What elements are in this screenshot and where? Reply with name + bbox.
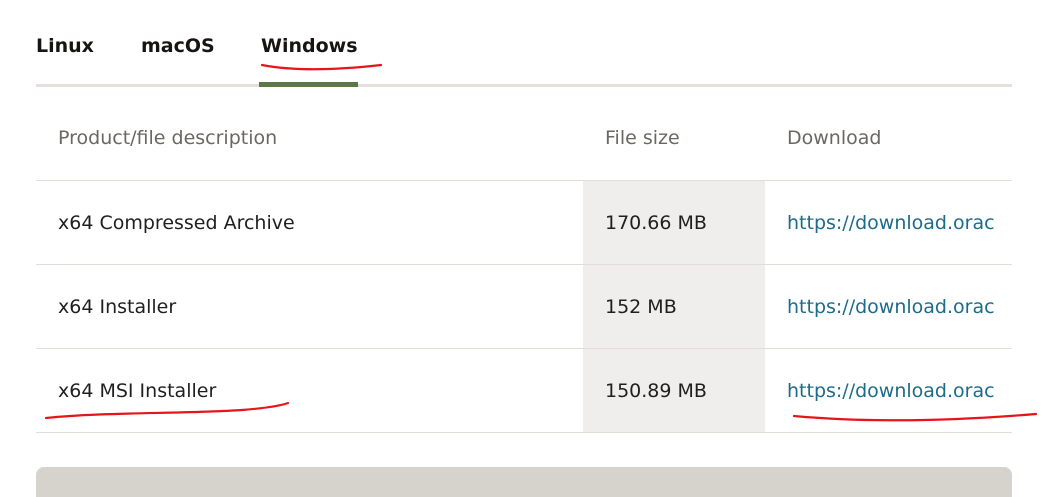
row-description: x64 MSI Installer [36, 348, 583, 433]
tab-windows[interactable]: Windows [261, 32, 358, 60]
active-tab-indicator [259, 82, 358, 87]
row-file-size: 150.89 MB [583, 348, 765, 433]
download-link[interactable]: https://download.orac [787, 212, 995, 234]
bottom-panel [36, 467, 1012, 497]
tab-macos[interactable]: macOS [141, 32, 215, 60]
download-link[interactable]: https://download.orac [787, 296, 995, 318]
os-tabs: Linux macOS Windows [36, 32, 1012, 88]
column-header-file-size: File size [583, 95, 765, 181]
tab-linux[interactable]: Linux [36, 32, 94, 60]
row-file-size: 152 MB [583, 264, 765, 349]
table-row: x64 MSI Installer 150.89 MB https://down… [36, 348, 1012, 433]
row-download-cell: https://download.orac [765, 180, 1012, 265]
table-header-row: Product/file description File size Downl… [36, 95, 1012, 181]
table-row: x64 Compressed Archive 170.66 MB https:/… [36, 180, 1012, 265]
column-header-description: Product/file description [36, 95, 583, 181]
row-description: x64 Compressed Archive [36, 180, 583, 265]
download-link[interactable]: https://download.orac [787, 380, 995, 402]
row-description: x64 Installer [36, 264, 583, 349]
tabs-divider [36, 84, 1012, 87]
row-download-cell: https://download.orac [765, 348, 1012, 433]
downloads-table: Product/file description File size Downl… [36, 95, 1012, 433]
row-download-cell: https://download.orac [765, 264, 1012, 349]
table-row: x64 Installer 152 MB https://download.or… [36, 264, 1012, 349]
column-header-download: Download [765, 95, 1012, 181]
row-file-size: 170.66 MB [583, 180, 765, 265]
